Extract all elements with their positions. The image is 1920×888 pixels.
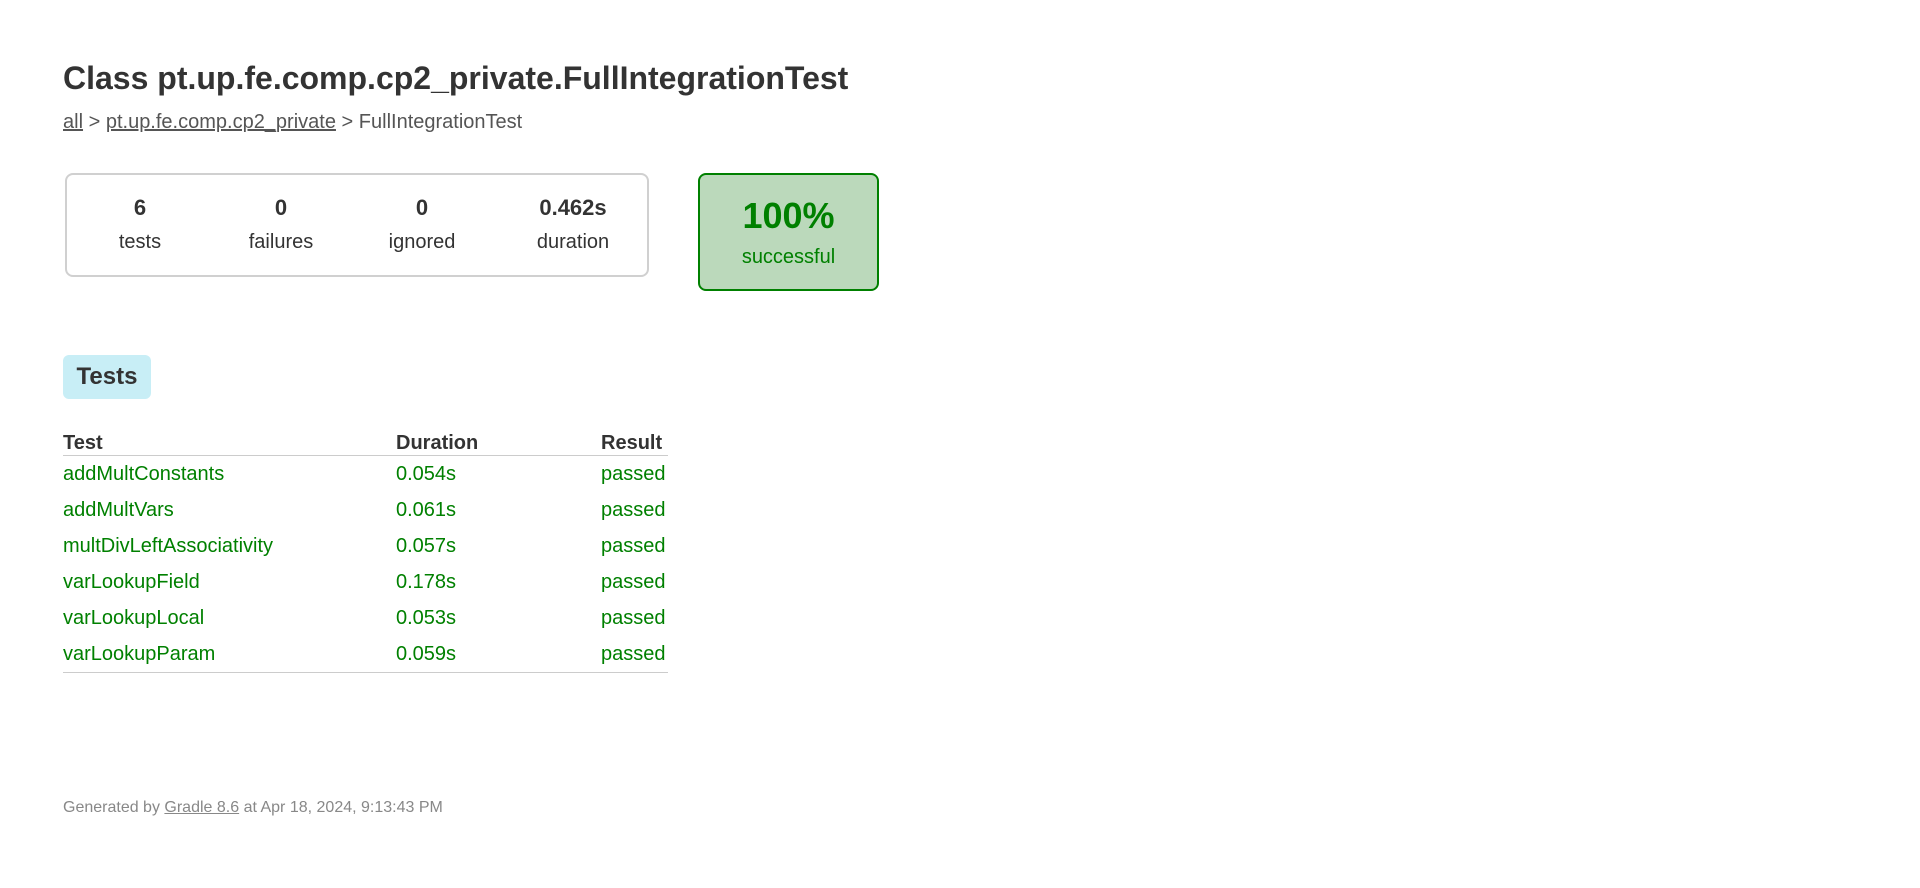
counter-value: 6 (133, 195, 147, 220)
counter-ignored: 0 ignored (362, 195, 482, 254)
test-result-cell: passed (601, 535, 666, 557)
test-name-cell: varLookupField (63, 571, 200, 593)
breadcrumb-link-package[interactable]: pt.up.fe.comp.cp2_private (106, 111, 336, 133)
test-name-cell: addMultVars (63, 499, 174, 521)
breadcrumb-separator: > (88, 111, 101, 133)
column-header-test: Test (63, 431, 396, 456)
test-duration-cell: 0.057s (396, 535, 457, 557)
test-duration-cell: 0.059s (396, 636, 601, 673)
table-row: varLookupLocal 0.053s passed (63, 600, 668, 636)
test-name-cell: varLookupLocal (63, 607, 205, 629)
column-header-duration: Duration (396, 431, 601, 456)
tab-tests[interactable]: Tests (63, 355, 151, 399)
counter-label: ignored (388, 231, 456, 253)
test-name-cell: multDivLeftAssociativity (63, 535, 274, 557)
success-rate-box: 100% successful (698, 173, 879, 291)
breadcrumb-separator: > (341, 111, 354, 133)
test-name-cell: varLookupParam (63, 636, 396, 673)
counter-label: tests (118, 231, 162, 253)
test-name-cell: addMultConstants (63, 463, 225, 485)
gradle-link[interactable]: Gradle 8.6 (164, 799, 239, 816)
footer-prefix: Generated by (63, 799, 160, 816)
summary-counters: 6 tests 0 failures 0 ignored 0.462s dura… (65, 173, 649, 277)
counter-value: 0 (274, 195, 288, 220)
footer: Generated by Gradle 8.6 at Apr 18, 2024,… (63, 798, 443, 818)
table-row: addMultVars 0.061s passed (63, 492, 668, 528)
counter-value: 0.462s (539, 195, 607, 220)
counter-label: duration (536, 231, 610, 253)
counter-label: failures (248, 231, 314, 253)
tests-table: Test Duration Result addMultConstants 0.… (63, 431, 668, 673)
success-rate-value: 100% (742, 195, 835, 236)
column-header-result: Result (601, 431, 668, 456)
test-duration-cell: 0.178s (396, 571, 457, 593)
counter-tests: 6 tests (80, 195, 200, 254)
table-row: addMultConstants 0.054s passed (63, 456, 668, 493)
breadcrumb-link-all[interactable]: all (63, 111, 83, 133)
test-result-cell: passed (601, 607, 666, 629)
counter-duration: 0.462s duration (513, 195, 633, 254)
table-row: multDivLeftAssociativity 0.057s passed (63, 528, 668, 564)
breadcrumb: all > pt.up.fe.comp.cp2_private > FullIn… (63, 110, 522, 134)
test-result-cell: passed (601, 571, 666, 593)
test-duration-cell: 0.053s (396, 607, 457, 629)
footer-timestamp: at Apr 18, 2024, 9:13:43 PM (243, 799, 443, 816)
table-row: varLookupField 0.178s passed (63, 564, 668, 600)
page-title: Class pt.up.fe.comp.cp2_private.FullInte… (63, 60, 849, 96)
table-header-row: Test Duration Result (63, 431, 668, 456)
test-duration-cell: 0.061s (396, 499, 457, 521)
test-result-cell: passed (601, 636, 668, 673)
table-row: varLookupParam 0.059s passed (63, 636, 668, 673)
counter-value: 0 (415, 195, 429, 220)
breadcrumb-current: FullIntegrationTest (358, 111, 523, 133)
test-result-cell: passed (601, 463, 666, 485)
test-result-cell: passed (601, 499, 666, 521)
success-rate-label: successful (741, 246, 836, 268)
counter-failures: 0 failures (221, 195, 341, 254)
test-duration-cell: 0.054s (396, 463, 457, 485)
